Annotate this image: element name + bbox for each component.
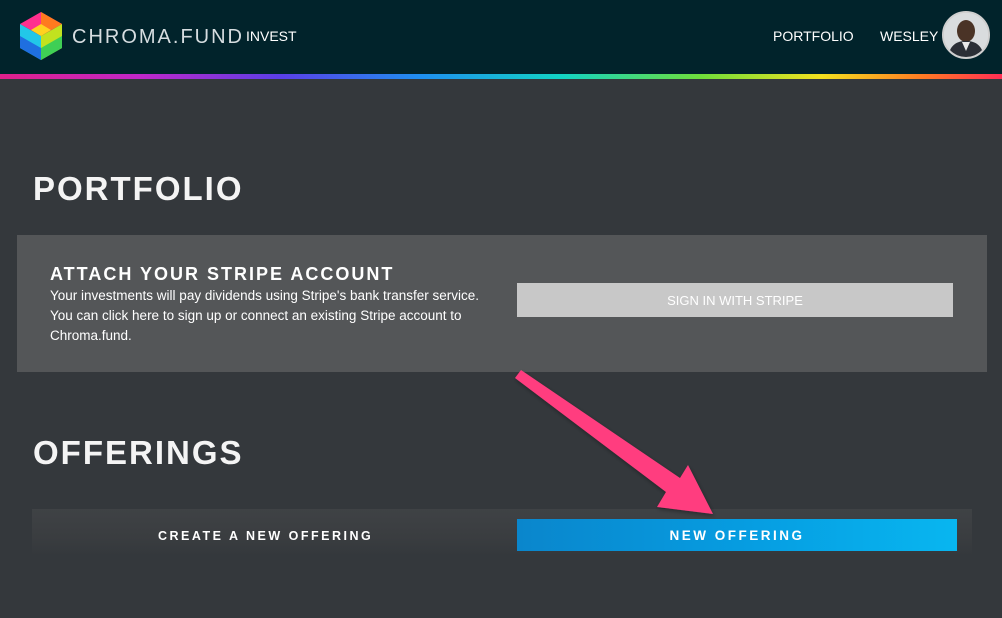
sign-in-with-stripe-button[interactable]: SIGN IN WITH STRIPE — [517, 283, 953, 317]
portfolio-section-title: PORTFOLIO — [33, 170, 244, 207]
create-offering-label: CREATE A NEW OFFERING — [158, 529, 374, 543]
brand-name[interactable]: CHROMA.FUND — [72, 26, 244, 49]
offerings-section-title: OFFERINGS — [33, 434, 244, 471]
nav-invest-link[interactable]: INVEST — [246, 28, 297, 44]
new-offering-button[interactable]: NEW OFFERING — [517, 519, 957, 551]
cube-logo-icon[interactable] — [18, 10, 64, 62]
rainbow-divider — [0, 74, 1002, 79]
nav-user-link[interactable]: WESLEY — [880, 28, 938, 44]
user-avatar[interactable] — [942, 11, 990, 59]
top-navbar: CHROMA.FUND INVEST PORTFOLIO WESLEY — [0, 0, 1002, 78]
new-offering-row: CREATE A NEW OFFERING NEW OFFERING — [32, 509, 972, 556]
stripe-card-heading: ATTACH YOUR STRIPE ACCOUNT — [50, 264, 395, 284]
stripe-card-description: Your investments will pay dividends usin… — [50, 288, 480, 343]
nav-portfolio-link[interactable]: PORTFOLIO — [773, 28, 854, 44]
stripe-account-card: ATTACH YOUR STRIPE ACCOUNT Your investme… — [17, 235, 987, 372]
